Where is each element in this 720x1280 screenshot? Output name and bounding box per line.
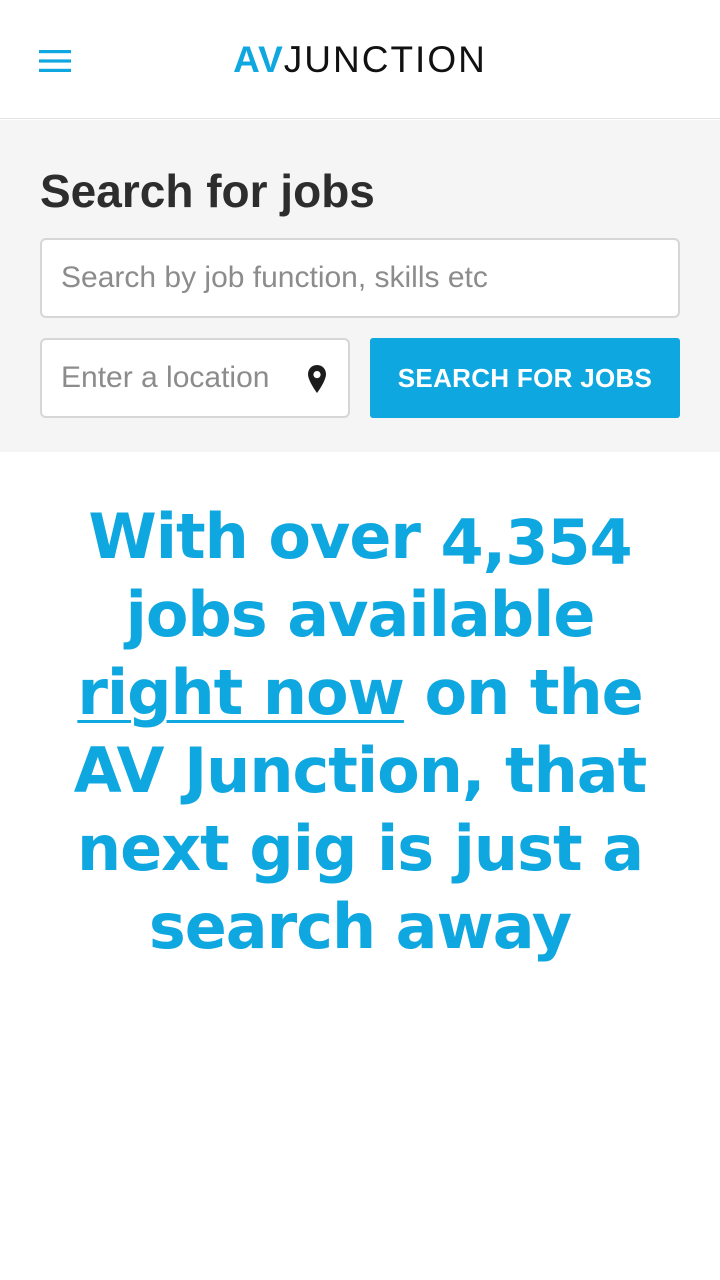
map-pin-icon[interactable]: [304, 364, 330, 394]
logo-av-text: AV: [233, 39, 284, 80]
keyword-field-container: [40, 238, 680, 318]
app-header: AVJUNCTION: [0, 0, 720, 119]
search-jobs-button[interactable]: SEARCH FOR JOBS: [370, 338, 680, 418]
keyword-search-input[interactable]: [42, 240, 678, 316]
location-input[interactable]: [42, 340, 348, 416]
site-logo[interactable]: AVJUNCTION: [0, 38, 720, 82]
search-title: Search for jobs: [40, 165, 375, 217]
job-count: 4,354: [440, 506, 633, 579]
logo-junction-text: JUNCTION: [283, 39, 487, 80]
job-search-panel: Search for jobs SEARCH FOR JOBS: [0, 120, 720, 452]
headline-prefix: With over: [88, 500, 441, 573]
jobs-headline: With over 4,354 jobs available right now…: [40, 498, 680, 966]
headline-middle: jobs available: [125, 578, 596, 651]
right-now-link[interactable]: right now: [77, 656, 405, 729]
location-field-container: [40, 338, 350, 418]
